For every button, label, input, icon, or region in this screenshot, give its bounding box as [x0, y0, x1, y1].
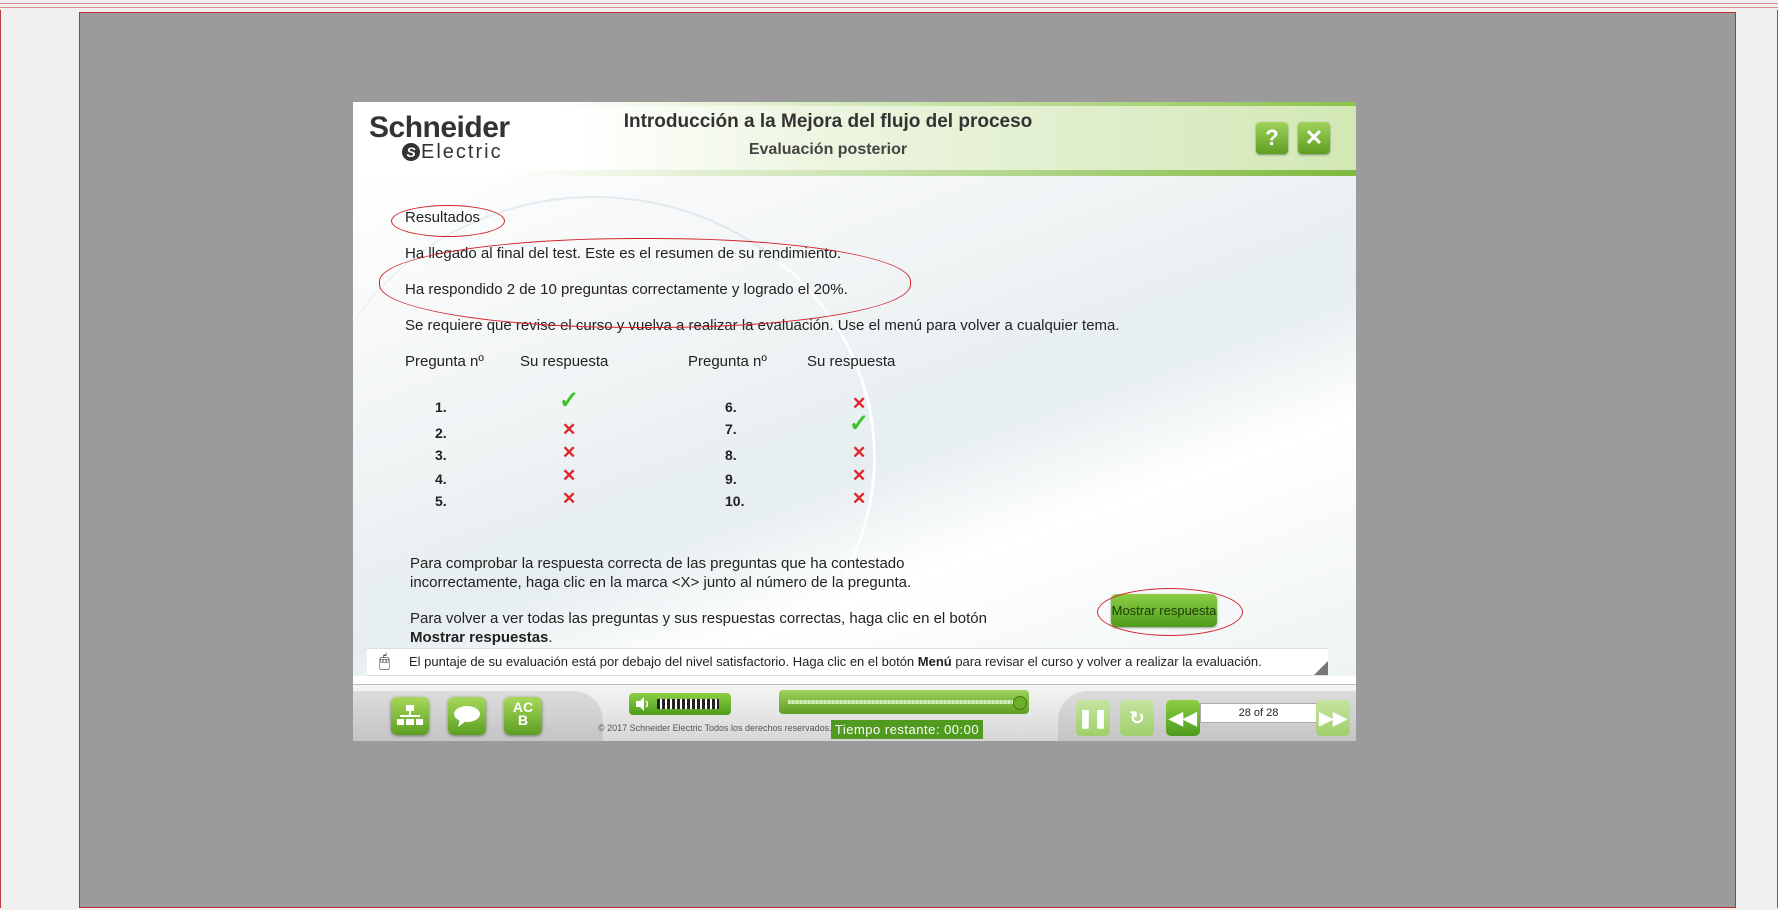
speech-bubble-icon — [454, 706, 480, 727]
replay-button[interactable]: ↻ — [1120, 700, 1154, 736]
annotation-circle-button — [1097, 588, 1243, 636]
instruction-period: . — [548, 629, 553, 646]
incorrect-x-icon[interactable]: ✕ — [562, 467, 576, 484]
rewind-icon: ◀◀ — [1169, 708, 1197, 728]
next-button[interactable]: ▶▶ — [1316, 700, 1350, 736]
logo-wordmark-bottom: Electric — [421, 141, 503, 163]
chat-button[interactable] — [448, 697, 486, 735]
column-header-answer-1: Su respuesta — [520, 353, 609, 370]
annotation-circle-heading — [391, 205, 505, 237]
question-number: 3. — [435, 447, 447, 463]
incorrect-x-icon[interactable]: ✕ — [852, 467, 866, 484]
note-text-part: El puntaje de su evaluación está por deb… — [409, 654, 918, 669]
results-content: Resultados Ha llegado al final del test.… — [353, 176, 1356, 718]
annotation-circle-summary — [379, 238, 911, 328]
close-button[interactable]: ✕ — [1298, 122, 1330, 154]
incorrect-x-icon[interactable]: ✕ — [852, 444, 866, 461]
window-top-border-inner — [0, 7, 1778, 8]
show-answers-term: Mostrar respuestas — [410, 629, 549, 646]
question-number: 8. — [725, 447, 737, 463]
schneider-electric-logo: Schneider S Electric — [369, 111, 519, 164]
fast-forward-icon: ▶▶ — [1319, 708, 1347, 728]
instruction-show-answers-1: Para volver a ver todas las preguntas y … — [410, 610, 987, 627]
incorrect-x-icon[interactable]: ✕ — [852, 490, 866, 507]
logo-wordmark-top: Schneider — [369, 111, 510, 144]
time-remaining: Tiempo restante: 00:00 — [831, 720, 983, 739]
course-player: Schneider S Electric Introducción a la M… — [353, 102, 1356, 741]
question-number: 6. — [725, 399, 737, 415]
question-number: 10. — [725, 493, 745, 509]
question-number: 2. — [435, 425, 447, 441]
note-text-part: para revisar el curso y volver a realiza… — [951, 654, 1262, 669]
question-number: 4. — [435, 471, 447, 487]
progress-track — [788, 700, 1020, 704]
note-menu-term: Menú — [917, 654, 952, 669]
course-header: Schneider S Electric Introducción a la M… — [353, 102, 1356, 176]
logo-mark-icon: S — [402, 143, 420, 161]
correct-check-icon[interactable]: ✓ — [849, 412, 869, 436]
incorrect-x-icon[interactable]: ✕ — [562, 490, 576, 507]
feedback-note-bar: 🖱 El puntaje de su evaluación está por d… — [367, 648, 1328, 676]
volume-control[interactable] — [629, 693, 731, 715]
instruction-show-answers-2: Mostrar respuestas. — [410, 629, 553, 646]
help-button[interactable]: ? — [1256, 122, 1288, 154]
correct-check-icon[interactable]: ✓ — [559, 389, 579, 413]
column-header-answer-2: Su respuesta — [807, 353, 896, 370]
progress-knob[interactable] — [1013, 696, 1027, 710]
copyright-text: © 2017 Schneider Electric Todos los dere… — [598, 723, 832, 733]
player-footer: AC B © 2017 Schneider Electric Todos los… — [353, 684, 1356, 741]
column-header-question-1: Pregunta nº — [405, 353, 484, 370]
glossary-label-bottom: B — [517, 712, 529, 728]
incorrect-x-icon[interactable]: ✕ — [562, 421, 576, 438]
sitemap-icon — [397, 705, 423, 725]
feedback-note-text: El puntaje de su evaluación está por deb… — [409, 654, 1262, 669]
pause-icon: ❚❚ — [1077, 708, 1109, 728]
back-button[interactable]: ◀◀ — [1166, 700, 1200, 736]
pause-button[interactable]: ❚❚ — [1076, 700, 1110, 736]
question-number: 7. — [725, 421, 737, 437]
course-title: Introducción a la Mejora del flujo del p… — [623, 111, 1033, 132]
speaker-icon — [636, 697, 649, 711]
instruction-check-answer-2: incorrectamente, haga clic en la marca <… — [410, 574, 912, 591]
incorrect-x-icon[interactable]: ✕ — [562, 444, 576, 461]
glossary-button[interactable]: AC B — [504, 697, 542, 735]
question-number: 1. — [435, 399, 447, 415]
page-curl-corner — [1314, 661, 1328, 675]
column-header-question-2: Pregunta nº — [688, 353, 767, 370]
replay-icon: ↻ — [1129, 708, 1145, 728]
volume-level-bars[interactable] — [657, 699, 719, 709]
course-subtitle: Evaluación posterior — [748, 141, 908, 158]
instruction-check-answer-1: Para comprobar la respuesta correcta de … — [410, 555, 905, 572]
question-number: 5. — [435, 493, 447, 509]
mouse-icon: 🖱 — [379, 651, 390, 671]
page-counter: 28 of 28 — [1200, 703, 1317, 723]
sitemap-menu-button[interactable] — [391, 697, 429, 735]
header-top-bar — [353, 102, 1356, 106]
question-number: 9. — [725, 471, 737, 487]
playback-progress[interactable] — [779, 690, 1029, 714]
window-top-border — [0, 3, 1778, 4]
